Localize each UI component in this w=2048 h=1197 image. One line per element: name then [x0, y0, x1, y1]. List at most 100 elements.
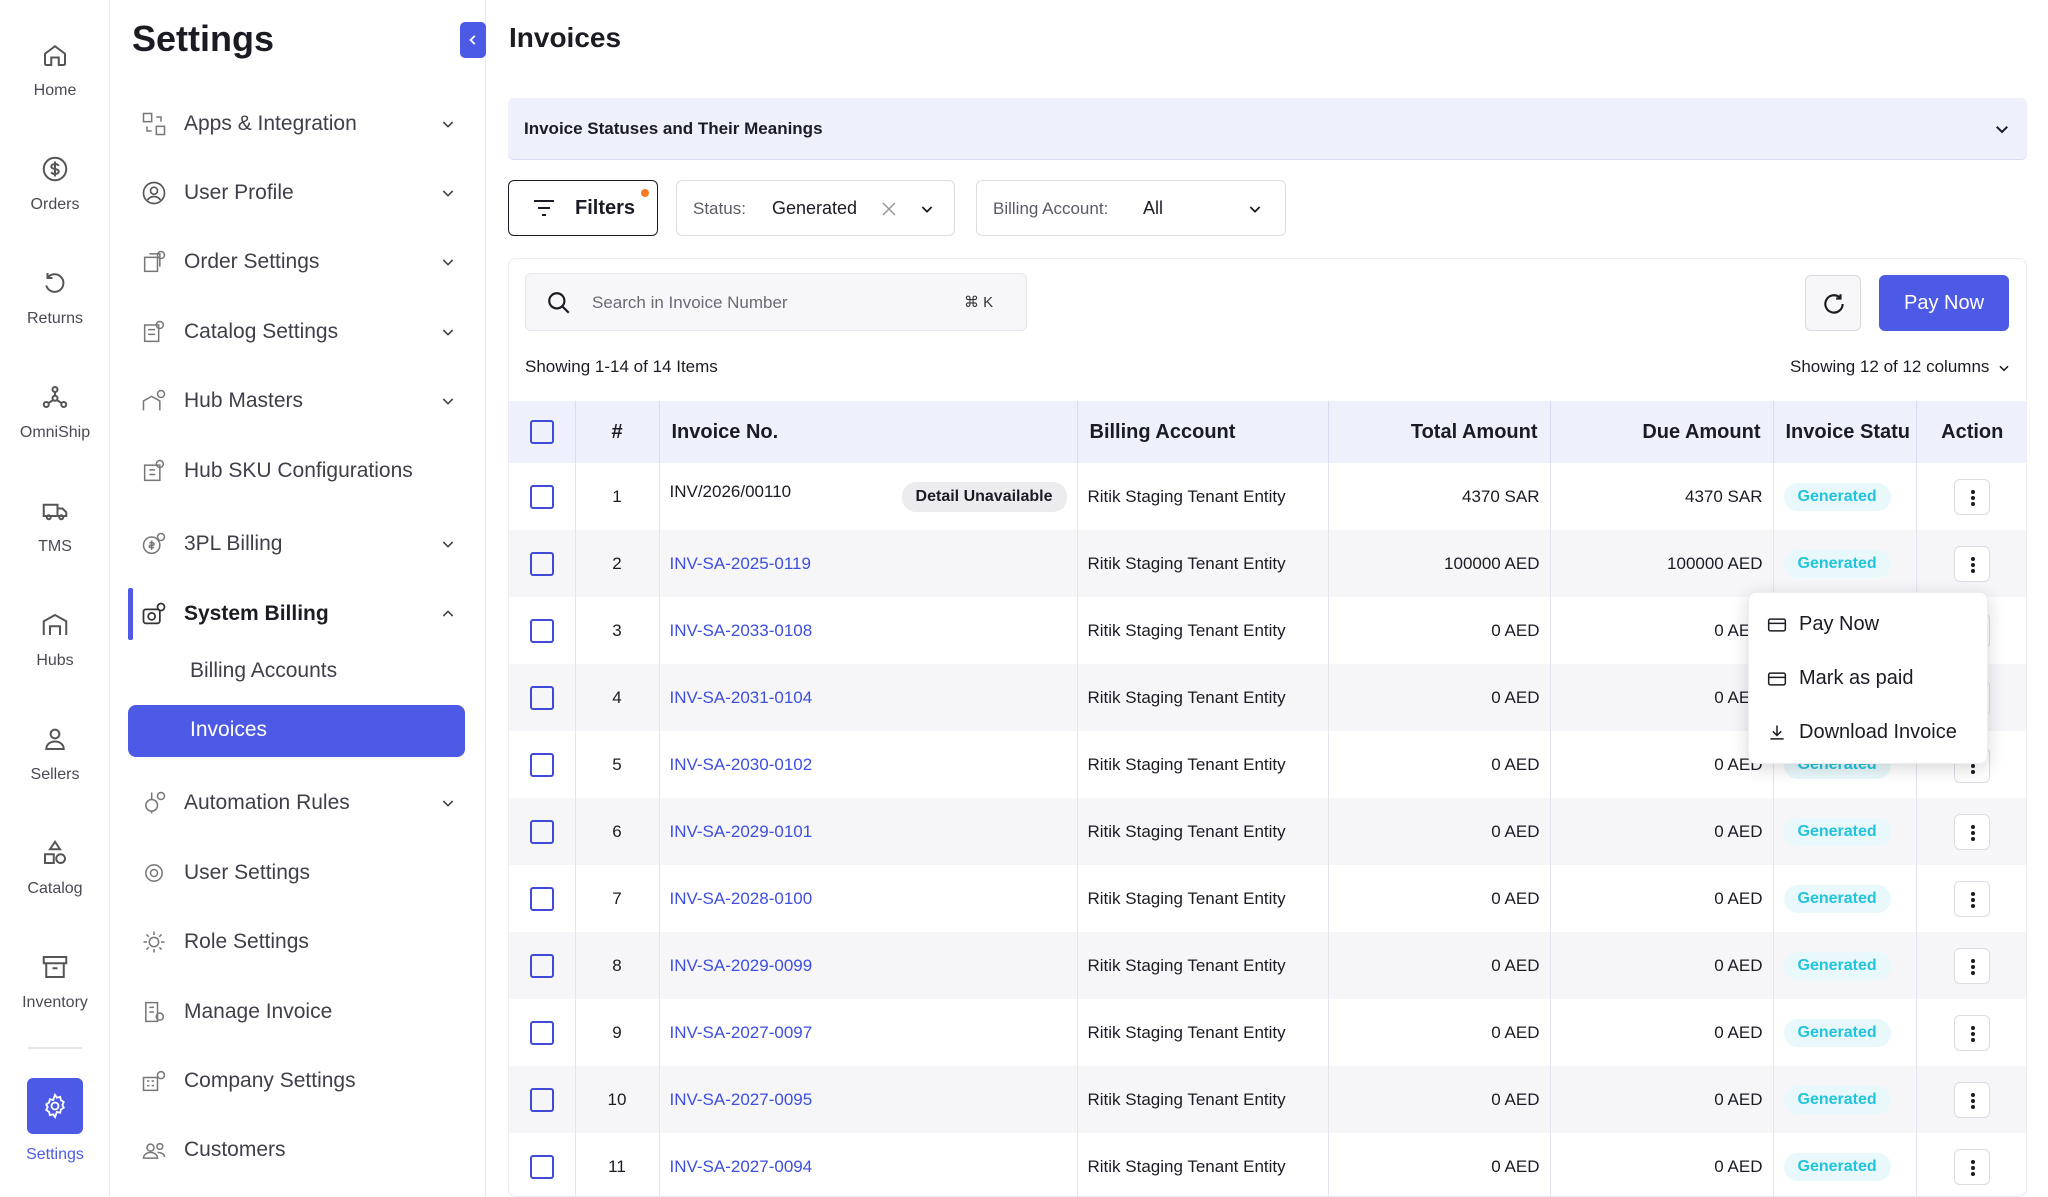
chevron-down-icon — [442, 800, 454, 807]
menu-system-billing[interactable]: System Billing — [140, 592, 460, 636]
row-checkbox[interactable] — [529, 484, 554, 509]
filters-button[interactable]: Filters — [508, 180, 658, 236]
search-shortcut: ⌘ K — [964, 294, 994, 311]
menu-company-settings[interactable]: Company Settings — [140, 1059, 460, 1103]
menu-hub-sku-configurations[interactable]: Hub SKU Configurations — [140, 449, 460, 493]
menu-customers[interactable]: Customers — [140, 1128, 460, 1172]
row-checkbox[interactable] — [529, 618, 554, 643]
column-selector[interactable]: Showing 12 of 12 columns — [1790, 357, 2011, 377]
kebab-dot — [1971, 1171, 1976, 1176]
action-mark-as-paid[interactable]: Mark as paid — [1749, 653, 1989, 705]
menu-apps-integration[interactable]: Apps & Integration — [140, 102, 460, 146]
menu-catalog-settings[interactable]: Catalog Settings — [140, 310, 460, 354]
invoice-status-accordion[interactable]: Invoice Statuses and Their Meanings — [508, 98, 2027, 160]
select-all-cell — [509, 401, 576, 463]
rail-item-hubs[interactable]: Hubs — [0, 588, 110, 678]
invoice-number[interactable]: INV-SA-2027-0094 — [670, 1157, 813, 1176]
invoice-number[interactable]: INV-SA-2027-0097 — [670, 1023, 813, 1042]
download-icon — [1770, 725, 1784, 740]
row-checkbox[interactable] — [529, 953, 554, 978]
menu-user-profile[interactable]: User Profile — [140, 171, 460, 215]
menu-user-settings[interactable]: User Settings — [140, 851, 460, 895]
rail-item-sellers[interactable]: Sellers — [0, 702, 110, 792]
rail-label: OmniShip — [19, 424, 91, 441]
rail-item-orders[interactable]: Orders — [0, 132, 110, 222]
row-actions-button[interactable] — [1954, 880, 1991, 917]
status-filter[interactable]: Status: Generated — [676, 180, 955, 236]
chevron-down-icon — [442, 329, 454, 336]
invoice-number[interactable]: INV-SA-2027-0095 — [670, 1090, 813, 1109]
rail-item-inventory[interactable]: Inventory — [0, 930, 110, 1020]
row-checkbox[interactable] — [529, 551, 554, 576]
billing-account-filter[interactable]: Billing Account: All — [976, 180, 1286, 236]
rail-item-home[interactable]: Home — [0, 18, 110, 108]
row-checkbox[interactable] — [529, 1154, 554, 1179]
rail-item-tms[interactable]: TMS — [0, 474, 110, 564]
invoice-number[interactable]: INV-SA-2029-0101 — [670, 822, 813, 841]
menu-role-settings[interactable]: Role Settings — [140, 920, 460, 964]
col-header-invoice-status[interactable]: Invoice Statu — [1773, 401, 1917, 463]
invoice-number[interactable]: INV-SA-2030-0102 — [670, 755, 813, 774]
kebab-dot — [1971, 891, 1976, 896]
row-actions-button[interactable] — [1954, 947, 1991, 984]
col-header-index[interactable]: # — [575, 401, 660, 463]
row-actions-button[interactable] — [1954, 1148, 1991, 1185]
menu-automation-rules[interactable]: Automation Rules — [140, 781, 460, 825]
rail-item-omniship[interactable]: OmniShip — [0, 360, 110, 450]
menu-hub-masters[interactable]: Hub Masters — [140, 379, 460, 423]
col-header-invoice-no[interactable]: Invoice No. — [659, 401, 1078, 463]
col-header-due-amount[interactable]: Due Amount — [1550, 401, 1774, 463]
invoice-number[interactable]: INV-SA-2033-0108 — [670, 621, 813, 640]
rail-item-returns[interactable]: Returns — [0, 246, 110, 336]
table-row: 1 INV/2026/00110 Detail Unavailable Ritik S… — [509, 463, 2026, 530]
chevron-down-icon — [1999, 365, 2010, 371]
rail-item-catalog[interactable]: Catalog — [0, 816, 110, 906]
row-checkbox[interactable] — [529, 886, 554, 911]
rail-item-settings[interactable]: Settings — [0, 1072, 110, 1163]
submenu-invoices[interactable]: Invoices — [128, 705, 465, 757]
status-cell: Generated — [1773, 865, 1917, 932]
row-checkbox[interactable] — [529, 819, 554, 844]
col-header-total-amount[interactable]: Total Amount — [1328, 401, 1551, 463]
row-checkbox[interactable] — [529, 1087, 554, 1112]
chevron-down-icon — [1249, 206, 1261, 213]
refresh-button[interactable] — [1805, 275, 1861, 331]
kebab-dot — [1971, 1098, 1976, 1103]
kebab-dot — [1971, 824, 1976, 829]
search-input[interactable] — [592, 288, 932, 318]
collapse-sidebar-button[interactable] — [460, 22, 486, 58]
menu-order-settings[interactable]: Order Settings — [140, 240, 460, 284]
row-actions-button[interactable] — [1954, 1014, 1991, 1051]
row-checkbox-cell — [509, 932, 576, 999]
action-pay-now[interactable]: Pay Now — [1749, 599, 1989, 651]
col-header-action: Action — [1916, 401, 2026, 463]
row-index: 6 — [575, 798, 660, 865]
menu-manage-invoice[interactable]: Manage Invoice — [140, 990, 460, 1034]
row-checkbox[interactable] — [529, 752, 554, 777]
truck-icon — [42, 503, 68, 521]
clear-x-icon[interactable] — [882, 202, 896, 216]
action-download-invoice[interactable]: Download Invoice — [1749, 707, 1989, 759]
row-checkbox-cell — [509, 1066, 576, 1133]
rail-divider — [28, 1047, 82, 1049]
row-actions-button[interactable] — [1954, 813, 1991, 850]
invoice-number[interactable]: INV-SA-2028-0100 — [670, 889, 813, 908]
search-box[interactable]: ⌘ K — [525, 273, 1027, 331]
invoice-number[interactable]: INV-SA-2025-0119 — [670, 554, 811, 573]
row-actions-button[interactable] — [1954, 545, 1991, 582]
menu-3pl-billing[interactable]: 3PL Billing — [140, 522, 460, 566]
status-cell: Generated — [1773, 1133, 1917, 1196]
row-checkbox[interactable] — [529, 685, 554, 710]
row-actions-button[interactable] — [1954, 478, 1991, 515]
submenu-billing-accounts[interactable]: Billing Accounts — [190, 659, 337, 683]
billing-filter-key: Billing Account: — [993, 199, 1109, 218]
row-actions-button[interactable] — [1954, 1081, 1991, 1118]
archive-box-icon — [42, 956, 68, 978]
pay-now-button[interactable]: Pay Now — [1879, 275, 2009, 331]
col-header-billing-account[interactable]: Billing Account — [1077, 401, 1329, 463]
row-checkbox[interactable] — [529, 1020, 554, 1045]
select-all-checkbox[interactable] — [529, 420, 554, 444]
showing-items-count: Showing 1-14 of 14 Items — [525, 357, 718, 376]
invoice-number[interactable]: INV-SA-2029-0099 — [670, 956, 813, 975]
invoice-number[interactable]: INV-SA-2031-0104 — [670, 688, 813, 707]
